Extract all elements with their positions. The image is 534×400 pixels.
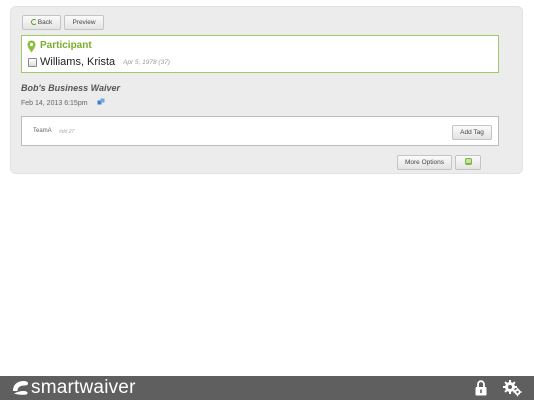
- back-button-label: Back: [37, 19, 53, 26]
- footer-bar: smartwaiver: [0, 376, 534, 400]
- back-button[interactable]: Back: [22, 15, 61, 30]
- lock-icon[interactable]: [475, 380, 487, 396]
- waiver-signed-date: Feb 14, 2013 6:15pm: [21, 100, 88, 107]
- tag-name[interactable]: TeamA: [33, 128, 52, 134]
- tag-note: #dd 27: [59, 129, 75, 135]
- participant-dob: Apr 5, 1978 (37): [123, 59, 170, 66]
- logo-icon: [13, 381, 28, 395]
- pdf-icon: [464, 158, 472, 165]
- participant-section-label: Participant: [40, 40, 92, 51]
- gear-icon[interactable]: [503, 379, 522, 397]
- pdf-button[interactable]: [455, 155, 481, 170]
- participant-card: Participant Williams, Krista Apr 5, 1978…: [21, 35, 499, 73]
- participant-checkbox[interactable]: [28, 58, 37, 67]
- participant-name: Williams, Krista: [40, 56, 116, 68]
- more-options-button[interactable]: More Options: [397, 155, 452, 170]
- sync-icon: [97, 98, 105, 105]
- preview-button[interactable]: Preview: [64, 15, 104, 30]
- back-icon: [30, 19, 37, 25]
- brand-wordmark: smartwaiver: [31, 377, 136, 398]
- pin-icon: [27, 40, 36, 53]
- tags-area: TeamA #dd 27: [21, 116, 499, 146]
- add-tag-button[interactable]: Add Tag: [452, 125, 492, 140]
- waiver-title: Bob's Business Waiver: [21, 83, 121, 93]
